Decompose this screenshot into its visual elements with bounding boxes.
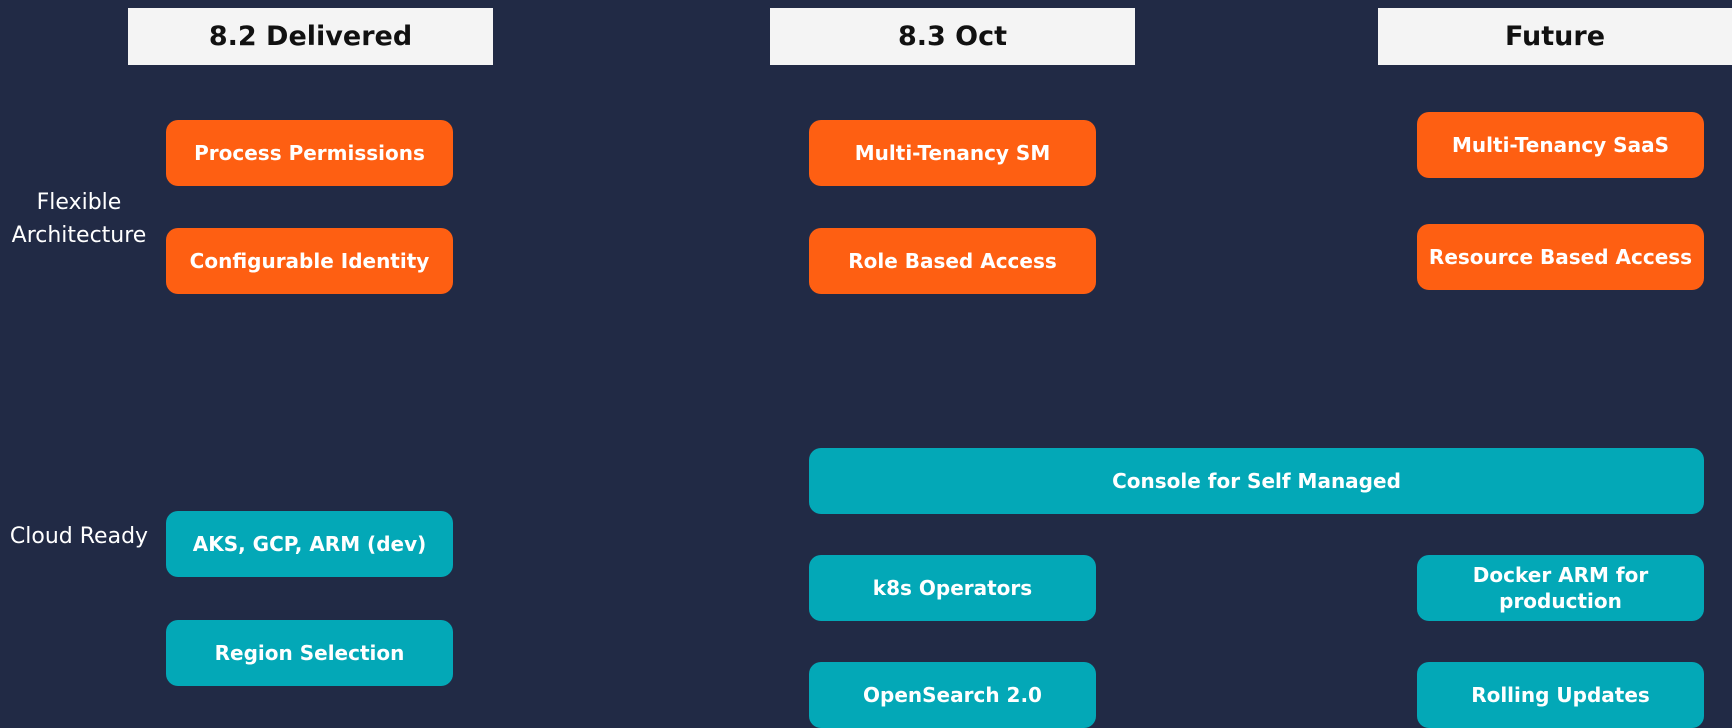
item-multi-tenancy-saas: Multi-Tenancy SaaS xyxy=(1417,112,1704,178)
header-future: Future xyxy=(1378,8,1732,65)
item-docker-arm: Docker ARM for production xyxy=(1417,555,1704,621)
item-aks-gcp-arm: AKS, GCP, ARM (dev) xyxy=(166,511,453,577)
item-process-permissions: Process Permissions xyxy=(166,120,453,186)
item-region-selection: Region Selection xyxy=(166,620,453,686)
row-label-flexible-architecture: Flexible Architecture xyxy=(11,190,147,248)
item-opensearch: OpenSearch 2.0 xyxy=(809,662,1096,728)
item-resource-based-access: Resource Based Access xyxy=(1417,224,1704,290)
item-multi-tenancy-sm: Multi-Tenancy SM xyxy=(809,120,1096,186)
item-configurable-identity: Configurable Identity xyxy=(166,228,453,294)
header-8-2-delivered: 8.2 Delivered xyxy=(128,8,493,65)
row-label-cloud-ready: Cloud Ready xyxy=(9,524,149,549)
item-rolling-updates: Rolling Updates xyxy=(1417,662,1704,728)
item-console-self-managed: Console for Self Managed xyxy=(809,448,1704,514)
item-k8s-operators: k8s Operators xyxy=(809,555,1096,621)
header-8-3-oct: 8.3 Oct xyxy=(770,8,1135,65)
item-role-based-access: Role Based Access xyxy=(809,228,1096,294)
